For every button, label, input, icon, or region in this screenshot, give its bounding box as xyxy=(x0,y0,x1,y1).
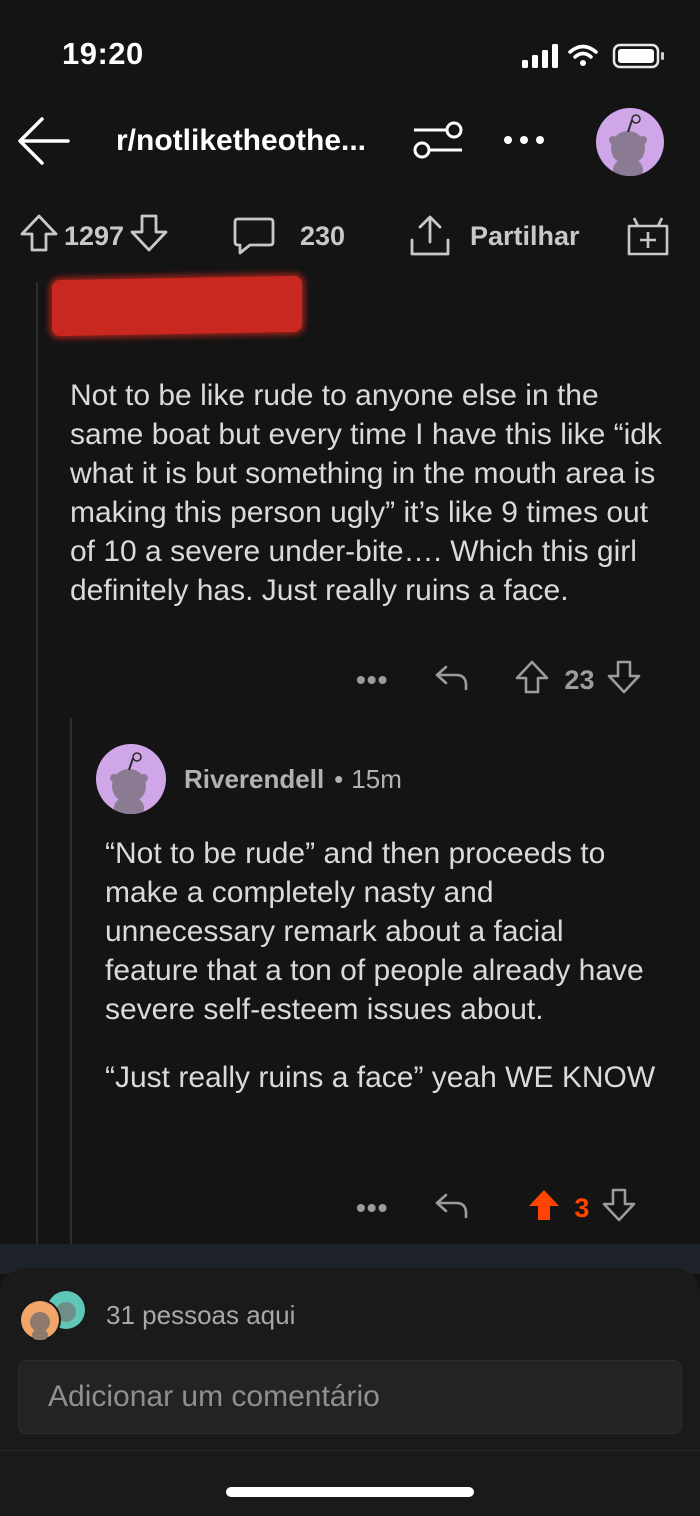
downvote-arrow-icon xyxy=(603,1188,636,1221)
snoo-avatar-icon xyxy=(110,752,148,814)
comment-downvote-button[interactable] xyxy=(606,659,642,702)
status-icons xyxy=(520,42,666,75)
gift-icon xyxy=(627,217,669,256)
comment-more-button[interactable]: ••• xyxy=(356,664,388,696)
reply-actions: ••• 3 xyxy=(356,1188,637,1228)
filter-button[interactable] xyxy=(412,120,464,165)
reply-body: “Not to be rude” and then proceeds to ma… xyxy=(105,834,665,1126)
comment-body: Not to be like rude to anyone else in th… xyxy=(70,379,662,607)
reply-vote-count: 3 xyxy=(574,1192,590,1223)
comment-input-placeholder: Adicionar um comentário xyxy=(48,1380,380,1413)
divider xyxy=(0,1450,700,1451)
ellipsis-icon xyxy=(504,136,544,144)
share-button[interactable]: Partilhar xyxy=(408,214,580,258)
redacted-username xyxy=(52,275,302,337)
downvote-button[interactable] xyxy=(128,212,170,261)
reply-button[interactable] xyxy=(434,1189,470,1228)
share-icon xyxy=(410,215,450,256)
reply-downvote-button[interactable] xyxy=(601,1187,637,1230)
sliders-icon xyxy=(413,121,463,159)
comment-author[interactable]: Riverendell xyxy=(184,764,324,795)
comment-vote-count: 23 xyxy=(564,664,595,695)
wifi-icon xyxy=(568,44,598,59)
post-vote-group: 1297 xyxy=(18,214,170,258)
award-button[interactable] xyxy=(626,214,670,258)
snoo-avatar-icon xyxy=(609,114,647,176)
thread-line xyxy=(36,282,38,1272)
share-label: Partilhar xyxy=(470,220,580,251)
home-indicator[interactable] xyxy=(226,1487,474,1497)
upvote-filled-icon xyxy=(529,1189,560,1220)
user-avatar[interactable] xyxy=(596,108,664,176)
battery-icon xyxy=(612,43,664,69)
comment-age: 15m xyxy=(351,763,402,794)
reply-button[interactable] xyxy=(434,661,470,700)
arrow-left-icon xyxy=(18,117,70,165)
comment-bubble-icon xyxy=(233,217,275,255)
reply-more-button[interactable]: ••• xyxy=(356,1192,388,1224)
downvote-arrow-icon xyxy=(608,660,641,693)
comment-upvote-button[interactable] xyxy=(514,659,550,702)
back-button[interactable] xyxy=(16,114,72,173)
reply-arrow-icon xyxy=(436,1193,468,1218)
upvote-arrow-icon xyxy=(516,660,549,693)
comments-button[interactable]: 230 xyxy=(232,214,345,258)
upvote-arrow-icon xyxy=(20,214,58,251)
reply-upvote-button[interactable] xyxy=(526,1187,562,1230)
post-vote-count: 1297 xyxy=(64,220,125,251)
more-options-button[interactable] xyxy=(502,126,546,147)
avatar-stack-icon xyxy=(19,1291,85,1341)
comment-actions: ••• 23 xyxy=(356,660,642,700)
cellular-signal-icon xyxy=(522,44,558,68)
reply-arrow-icon xyxy=(436,665,468,690)
reply-paragraph: “Just really ruins a face” yeah WE KNOW xyxy=(105,1061,656,1094)
meta-separator: • xyxy=(334,763,344,794)
comment-count: 230 xyxy=(300,220,346,251)
downvote-arrow-icon xyxy=(130,214,168,251)
reply-paragraph: “Not to be rude” and then proceeds to ma… xyxy=(105,837,644,1026)
comment-author-row: Riverendell • 15m xyxy=(96,744,402,814)
upvote-button[interactable] xyxy=(18,212,60,261)
presence-avatars xyxy=(19,1290,90,1349)
status-time: 19:20 xyxy=(62,36,144,71)
author-avatar[interactable] xyxy=(96,744,166,814)
thread-line-nested xyxy=(70,718,72,1272)
subreddit-title[interactable]: r/notliketheothe... xyxy=(116,124,366,158)
people-here-count: 31 pessoas aqui xyxy=(106,1300,296,1330)
